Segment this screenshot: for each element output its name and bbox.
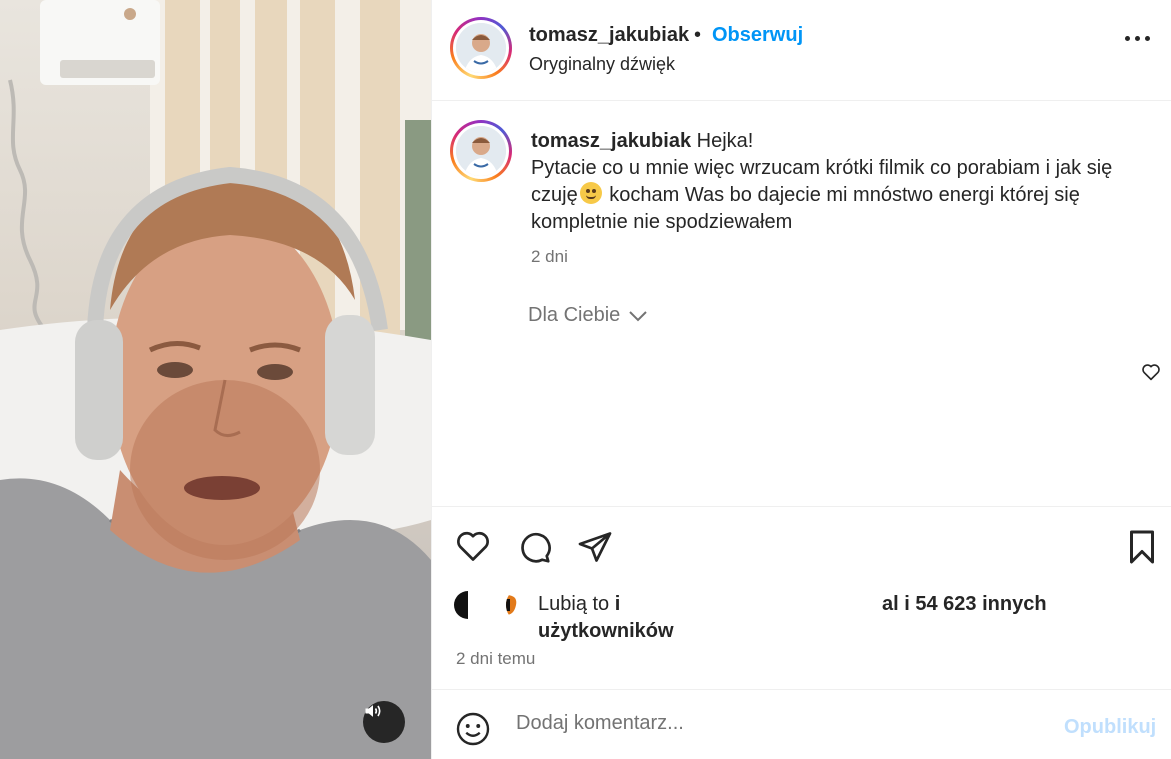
speaker-icon — [365, 705, 381, 717]
for-you-dropdown[interactable]: Dla Ciebie — [528, 304, 648, 327]
caption-greeting: Hejka! — [696, 130, 754, 152]
video-player[interactable] — [0, 0, 431, 759]
caption-timestamp[interactable]: 2 dni — [531, 247, 568, 267]
mute-button[interactable] — [363, 701, 405, 743]
video-frame — [0, 0, 431, 759]
chevron-down-icon — [629, 310, 647, 321]
post-caption: tomasz_jakubiak Hejka! Pytacie co u mnie… — [531, 128, 1131, 236]
likes-count[interactable]: al i 54 623 innych — [882, 593, 1047, 616]
bookmark-icon[interactable] — [1126, 529, 1158, 565]
smiling-face-emoji-icon — [579, 182, 602, 204]
publish-button[interactable]: Opublikuj — [1064, 716, 1156, 739]
caption-username[interactable]: tomasz_jakubiak — [531, 130, 691, 152]
heart-icon[interactable] — [455, 529, 491, 563]
liker-avatar[interactable] — [506, 591, 526, 619]
post-timestamp[interactable]: 2 dni temu — [456, 649, 535, 669]
likes-summary: Lubią to i użytkowników al i 54 623 inny… — [454, 589, 1154, 649]
comment-icon[interactable] — [516, 529, 552, 565]
post-actions: Lubią to i użytkowników al i 54 623 inny… — [432, 506, 1171, 689]
author-username[interactable]: tomasz_jakubiak — [529, 24, 689, 47]
separator-dot: • — [694, 24, 702, 46]
post-details-panel: tomasz_jakubiak • Obserwuj Oryginalny dź… — [431, 0, 1171, 759]
likes-text: Lubią to i — [538, 593, 621, 615]
share-icon[interactable] — [577, 529, 613, 565]
caption-author-avatar[interactable] — [450, 120, 512, 182]
likes-users-link[interactable]: użytkowników — [538, 620, 674, 643]
author-avatar[interactable] — [450, 17, 512, 79]
for-you-label: Dla Ciebie — [528, 304, 621, 326]
like-caption-heart-icon[interactable] — [1141, 363, 1161, 381]
comment-bar: Opublikuj — [432, 689, 1171, 759]
follow-button[interactable]: Obserwuj — [712, 24, 803, 47]
audio-link[interactable]: Oryginalny dźwięk — [529, 54, 675, 75]
liker-avatar[interactable] — [454, 591, 482, 619]
post-header: tomasz_jakubiak • Obserwuj Oryginalny dź… — [432, 0, 1171, 101]
more-options-icon[interactable] — [1125, 36, 1150, 41]
comment-input[interactable] — [516, 708, 1036, 738]
emoji-icon[interactable] — [455, 711, 491, 747]
caption-body-continued: kocham Was bo dajecie mi mnóstwo energi … — [531, 184, 1080, 233]
